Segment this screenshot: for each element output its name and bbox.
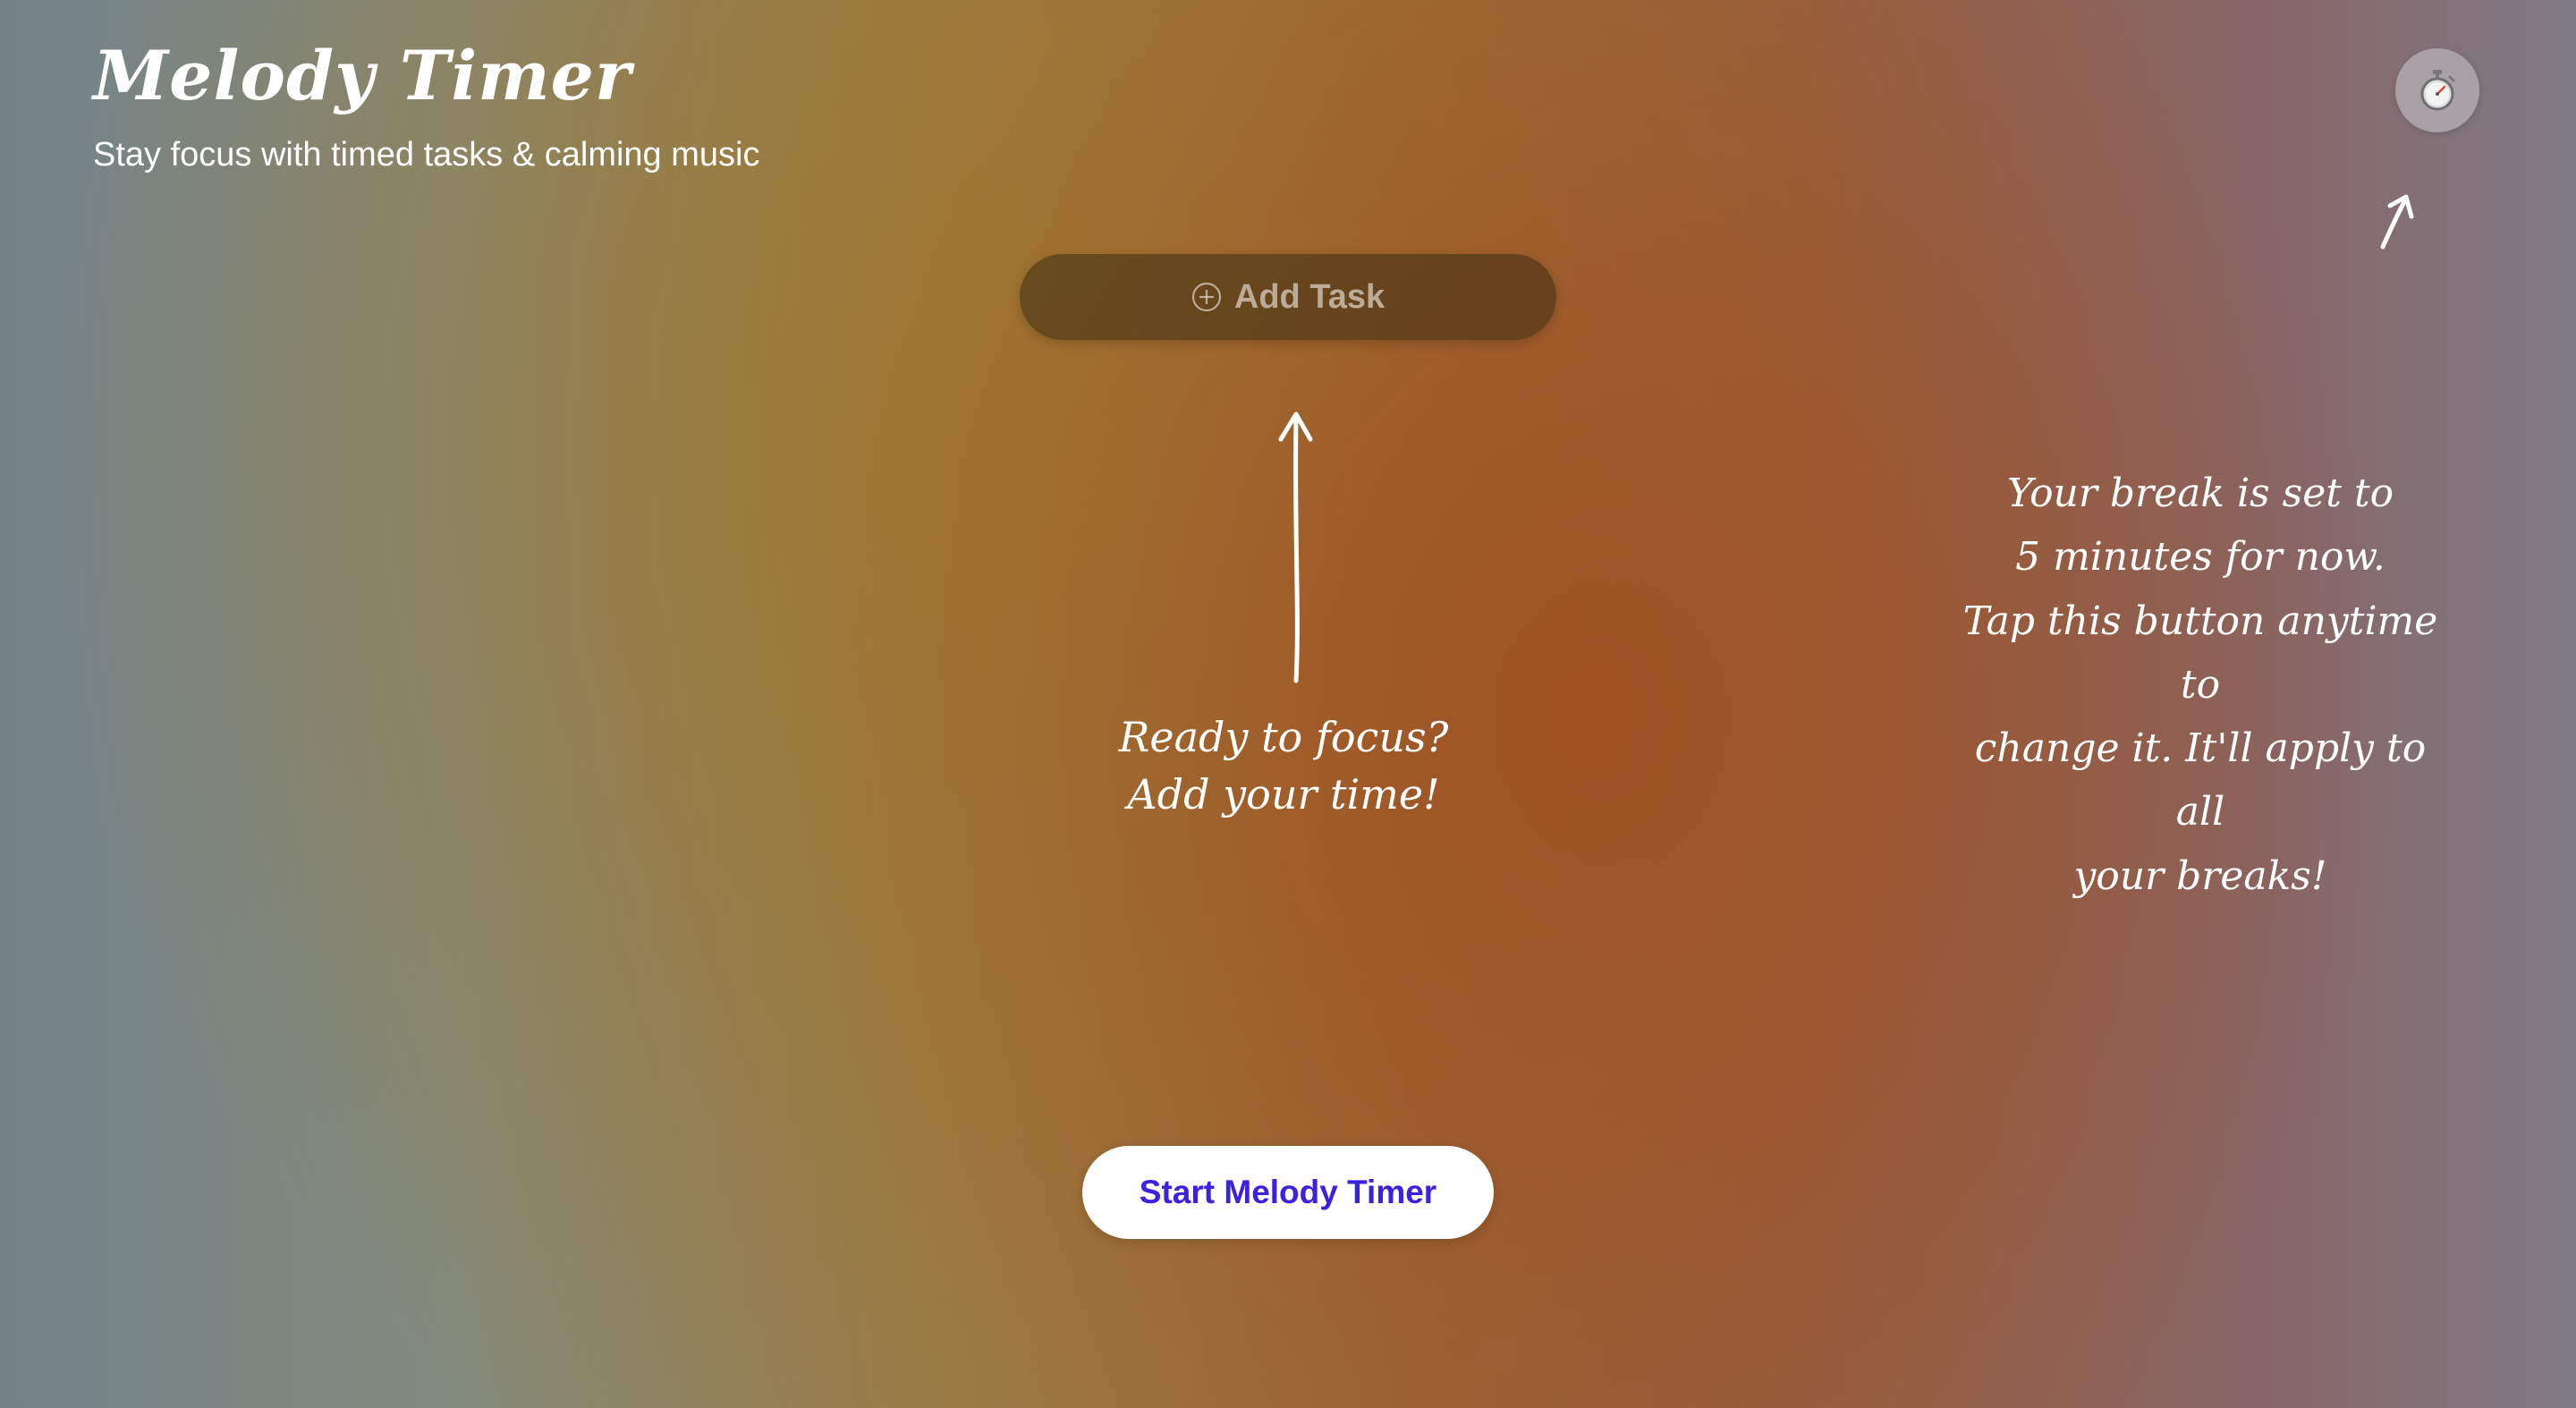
- add-task-label: Add Task: [1233, 277, 1385, 316]
- page-title: Melody Timer: [93, 36, 632, 115]
- break-hint-line: change it. It'll apply to all: [1974, 725, 2427, 835]
- page-subtitle: Stay focus with timed tasks & calming mu…: [93, 136, 760, 174]
- plus-circle-icon: [1191, 282, 1221, 312]
- break-hint: Your break is set to 5 minutes for now. …: [1950, 462, 2451, 908]
- add-task-button[interactable]: Add Task: [1020, 254, 1556, 340]
- app: Melody Timer Stay focus with timed tasks…: [0, 0, 2576, 1408]
- focus-hint-line: Ready to focus?: [1118, 713, 1449, 761]
- break-hint-line: 5 minutes for now.: [2015, 534, 2385, 581]
- start-melody-timer-button[interactable]: Start Melody Timer: [1082, 1146, 1494, 1239]
- break-hint-line: Your break is set to: [2006, 471, 2394, 516]
- stopwatch-icon: [2420, 70, 2455, 111]
- break-timer-button[interactable]: [2395, 48, 2479, 132]
- break-hint-line: your breaks!: [2073, 852, 2327, 899]
- arrow-up-right-icon: [2380, 194, 2414, 250]
- focus-hint: Ready to focus? Add your time!: [1109, 708, 1458, 824]
- focus-hint-line: Add your time!: [1127, 770, 1440, 819]
- arrow-up-icon: [1278, 411, 1313, 683]
- break-hint-line: Tap this button anytime to: [1962, 598, 2438, 708]
